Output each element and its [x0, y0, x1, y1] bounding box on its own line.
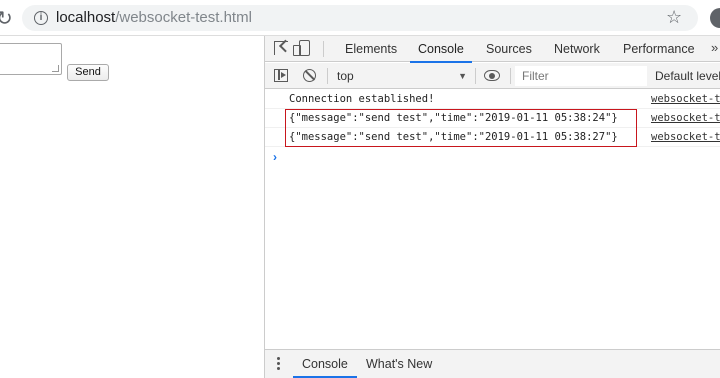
tab-console[interactable]: Console: [410, 36, 472, 63]
console-toolbar: top ▼ Default levels: [265, 63, 720, 89]
log-levels-dropdown[interactable]: Default levels: [655, 66, 720, 86]
address-bar[interactable]: i localhost/websocket-test.html ☆: [22, 5, 698, 31]
dropdown-caret-icon: ▼: [458, 71, 467, 81]
divider: [475, 68, 476, 84]
page-content: Send: [0, 36, 264, 378]
show-sidebar-icon[interactable]: [274, 69, 288, 82]
bookmark-star-icon[interactable]: ☆: [666, 7, 682, 28]
filter-input[interactable]: [515, 66, 647, 86]
devtools-tabbar: Elements Console Sources Network Perform…: [265, 36, 720, 63]
url-host: localhost: [56, 9, 116, 26]
inspect-element-icon[interactable]: [274, 41, 288, 55]
tab-sources[interactable]: Sources: [486, 36, 532, 62]
source-link[interactable]: websocket-test.html:16: [651, 109, 720, 128]
send-button[interactable]: Send: [67, 64, 109, 81]
divider: [323, 41, 324, 57]
device-toolbar-icon[interactable]: [293, 40, 310, 56]
info-icon[interactable]: i: [34, 11, 48, 25]
reload-icon[interactable]: ↻: [0, 6, 13, 31]
context-selector[interactable]: top ▼: [331, 66, 471, 86]
devtools-panel: Elements Console Sources Network Perform…: [264, 36, 720, 378]
source-link[interactable]: websocket-test.html:16: [651, 128, 720, 147]
highlight-box: [285, 109, 637, 147]
drawer-tab-whats-new[interactable]: What's New: [366, 350, 432, 378]
profile-avatar[interactable]: [710, 8, 720, 28]
context-value: top: [337, 69, 354, 83]
tab-network[interactable]: Network: [554, 36, 600, 62]
more-tabs-icon[interactable]: »: [711, 40, 718, 55]
source-link[interactable]: websocket-test.html:11: [651, 90, 720, 109]
drawer-menu-icon[interactable]: [277, 357, 280, 370]
message-textarea[interactable]: [0, 43, 62, 75]
live-expression-eye-icon[interactable]: [484, 70, 500, 81]
divider: [510, 68, 511, 84]
message-text: Connection established!: [289, 93, 435, 105]
console-output: Connection established! websocket-test.h…: [265, 90, 720, 350]
drawer-tab-console[interactable]: Console: [293, 350, 357, 378]
url-path: /websocket-test.html: [115, 9, 252, 26]
browser-toolbar: ↻ i localhost/websocket-test.html ☆: [0, 0, 720, 36]
console-message: Connection established! websocket-test.h…: [265, 90, 720, 109]
clear-console-icon[interactable]: [303, 69, 316, 82]
tab-elements[interactable]: Elements: [345, 36, 397, 62]
devtools-drawer: Console What's New: [265, 349, 720, 378]
console-prompt-icon[interactable]: ›: [273, 150, 277, 164]
url-text[interactable]: localhost/websocket-test.html: [56, 9, 252, 26]
tab-performance[interactable]: Performance: [623, 36, 695, 62]
divider: [327, 68, 328, 84]
